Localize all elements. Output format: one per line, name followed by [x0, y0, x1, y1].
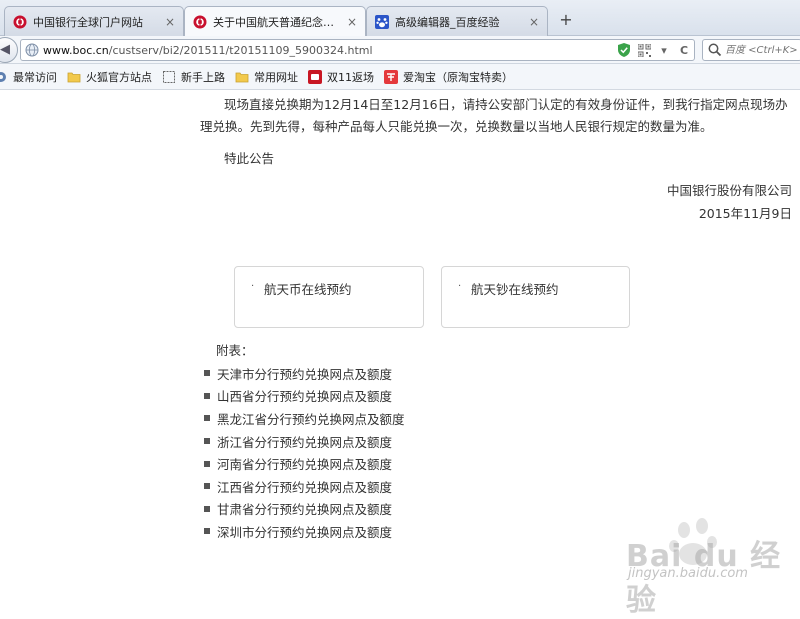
bullet-dot-icon: ·: [458, 281, 462, 292]
baidu-paw-icon: [375, 14, 389, 29]
coin-reservation-link[interactable]: · 航天币在线预约: [234, 266, 424, 328]
tab-label: 高级编辑器_百度经验: [395, 15, 500, 29]
search-icon: [708, 43, 722, 57]
attachment-item-gansu[interactable]: 甘肃省分行预约兑换网点及额度: [204, 498, 405, 521]
attachment-item-jiangxi[interactable]: 江西省分行预约兑换网点及额度: [204, 475, 405, 498]
reload-icon[interactable]: C: [674, 40, 694, 60]
url-path: /custserv/bi2/201511/t20151109_5900324.h…: [108, 44, 373, 57]
bullet-dot-icon: ·: [251, 281, 255, 292]
announcement-paragraph: 现场直接兑换期为12月14日至12月16日，请持公安部门认定的有效身份证件，到我…: [200, 97, 788, 134]
tab-bar: 中国银行全球门户网站 × 关于中国航天普通纪念币... × 高级编辑器_百度经验…: [0, 0, 800, 37]
bookmark-label: 最常访问: [13, 70, 57, 84]
bookmark-label: 火狐官方站点: [86, 70, 152, 84]
arrow-left-icon: ◀: [0, 42, 10, 57]
square-bullet-icon: [204, 460, 210, 467]
square-bullet-icon: [204, 528, 210, 535]
bookmark-label: 双11返场: [327, 70, 374, 84]
square-bullet-icon: [204, 415, 210, 422]
tab-label: 关于中国航天普通纪念币...: [213, 16, 341, 29]
double11-icon: [308, 69, 322, 84]
url-icons: ▾ C: [614, 40, 694, 60]
square-bullet-icon: [204, 483, 210, 490]
navigation-bar: ◀ www.boc.cn/custserv/bi2/201511/t201511…: [0, 36, 800, 64]
tab-close-icon[interactable]: ×: [347, 15, 357, 29]
attachments-title: 附表：: [216, 343, 254, 358]
bookmark-common-sites[interactable]: 常用网址: [235, 69, 298, 85]
search-input[interactable]: [725, 42, 800, 58]
attachments-list: 天津市分行预约兑换网点及额度 山西省分行预约兑换网点及额度 黑龙江省分行预约兑换…: [204, 362, 405, 543]
square-bullet-icon: [204, 438, 210, 445]
shield-icon[interactable]: [614, 40, 634, 60]
dropdown-arrow-icon[interactable]: ▾: [654, 40, 674, 60]
gear-icon: [0, 71, 6, 82]
notice-line: 特此公告: [224, 151, 275, 166]
square-bullet-icon: [204, 392, 210, 399]
tab-baidu-editor[interactable]: 高级编辑器_百度经验 ×: [366, 6, 548, 36]
bookmark-most-visited[interactable]: 最常访问: [0, 69, 57, 85]
attachment-link[interactable]: 深圳市分行预约兑换网点及额度: [217, 522, 392, 541]
bookmark-getting-started[interactable]: 新手上路: [162, 69, 225, 85]
boc-logo-icon: [13, 15, 27, 28]
url-text[interactable]: www.boc.cn/custserv/bi2/201511/t20151109…: [43, 44, 373, 57]
taobao-icon: [384, 69, 398, 84]
tab-label: 中国银行全球门户网站: [33, 15, 143, 29]
attachment-link[interactable]: 河南省分行预约兑换网点及额度: [217, 454, 392, 473]
attachment-item-tianjin[interactable]: 天津市分行预约兑换网点及额度: [204, 362, 405, 385]
bookmark-ai-taobao[interactable]: 爱淘宝（原淘宝特卖）: [384, 69, 513, 85]
page-content: 现场直接兑换期为12月14日至12月16日，请持公安部门认定的有效身份证件，到我…: [0, 90, 800, 600]
attachment-link[interactable]: 山西省分行预约兑换网点及额度: [217, 386, 392, 405]
bookmark-label: 常用网址: [254, 70, 298, 84]
globe-icon: [25, 43, 39, 57]
attachment-item-shanxi[interactable]: 山西省分行预约兑换网点及额度: [204, 385, 405, 408]
tab-commemorative-coin[interactable]: 关于中国航天普通纪念币... ×: [184, 6, 366, 37]
attachment-item-henan[interactable]: 河南省分行预约兑换网点及额度: [204, 452, 405, 475]
watermark-url: jingyan.baidu.com: [628, 566, 748, 581]
attachment-link[interactable]: 黑龙江省分行预约兑换网点及额度: [217, 409, 405, 428]
bookmark-label: 新手上路: [181, 70, 225, 84]
attachment-link[interactable]: 浙江省分行预约兑换网点及额度: [217, 432, 392, 451]
page-icon: [163, 70, 175, 83]
attachment-item-heilongjiang[interactable]: 黑龙江省分行预约兑换网点及额度: [204, 407, 405, 430]
attachment-link[interactable]: 天津市分行预约兑换网点及额度: [217, 364, 392, 383]
attachment-link[interactable]: 甘肃省分行预约兑换网点及额度: [217, 499, 392, 518]
attachment-link[interactable]: 江西省分行预约兑换网点及额度: [217, 477, 392, 496]
folder-icon: [67, 72, 81, 82]
signature-company: 中国银行股份有限公司: [666, 183, 792, 198]
signature-date: 2015年11月9日: [698, 206, 792, 221]
address-bar[interactable]: www.boc.cn/custserv/bi2/201511/t20151109…: [20, 39, 695, 61]
tab-boc-portal[interactable]: 中国银行全球门户网站 ×: [4, 6, 184, 36]
bookmark-label: 爱淘宝（原淘宝特卖）: [403, 70, 513, 84]
square-bullet-icon: [204, 505, 210, 512]
tab-close-icon[interactable]: ×: [529, 15, 539, 29]
new-tab-button[interactable]: +: [556, 10, 576, 30]
banknote-reservation-label[interactable]: 航天钞在线预约: [471, 279, 559, 298]
qr-code-icon[interactable]: [634, 40, 654, 60]
attachment-item-zhejiang[interactable]: 浙江省分行预约兑换网点及额度: [204, 430, 405, 453]
tab-close-icon[interactable]: ×: [165, 15, 175, 29]
boc-logo-icon: [193, 15, 207, 29]
bookmark-double11[interactable]: 双11返场: [308, 69, 374, 85]
folder-icon: [235, 72, 249, 82]
search-box[interactable]: [702, 39, 800, 61]
square-bullet-icon: [204, 370, 210, 377]
bookmarks-bar: 最常访问 火狐官方站点 新手上路 常用网址 双11返场 爱淘宝（原淘宝特卖）: [0, 64, 800, 90]
attachment-item-shenzhen[interactable]: 深圳市分行预约兑换网点及额度: [204, 520, 405, 543]
coin-reservation-label[interactable]: 航天币在线预约: [264, 279, 352, 298]
back-button[interactable]: ◀: [0, 37, 18, 63]
banknote-reservation-link[interactable]: · 航天钞在线预约: [441, 266, 630, 328]
url-host: www.boc.cn: [43, 44, 109, 57]
bookmark-firefox-official[interactable]: 火狐官方站点: [67, 69, 152, 85]
